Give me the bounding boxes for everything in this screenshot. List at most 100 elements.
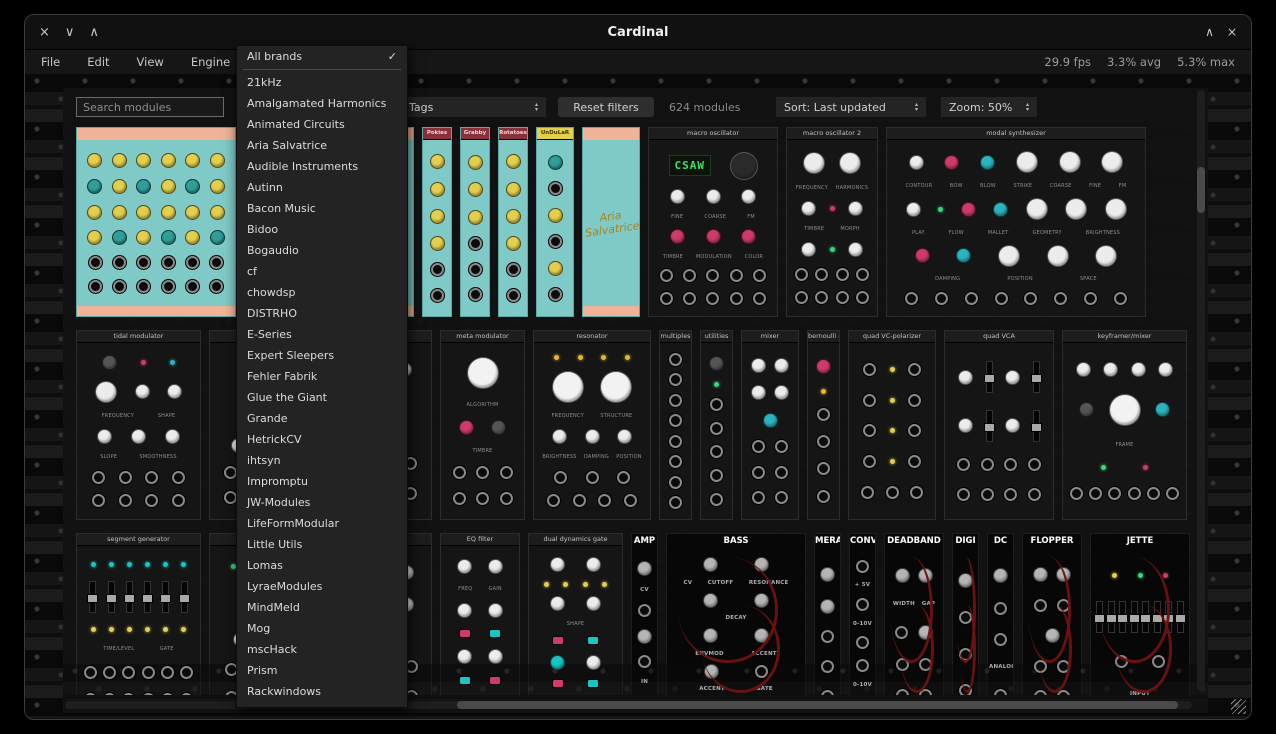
module-card-keyframer-mixer[interactable]: keyframer/mixerFRAME xyxy=(1062,330,1187,520)
module-card-macro-oscillator-2[interactable]: macro oscillator 2FREQUENCYHARMONICSTIMB… xyxy=(786,127,878,317)
menu-view[interactable]: View xyxy=(137,55,164,69)
module-card-segment-generator[interactable]: segment generatorTIME/LEVELGATE xyxy=(76,533,201,695)
horizontal-scrollbar[interactable] xyxy=(65,701,1192,709)
knob-icon xyxy=(1005,418,1020,433)
module-card-grabby[interactable]: Grabby xyxy=(460,127,490,317)
brand-menu-item[interactable]: Bidoo xyxy=(237,219,407,240)
knob-icon xyxy=(112,153,127,168)
module-card-flopper[interactable]: FLOPPER xyxy=(1022,533,1082,695)
resize-handle[interactable] xyxy=(1231,699,1246,714)
module-card-tidal-modulator[interactable]: tidal modulatorFREQUENCYSHAPESLOPESMOOTH… xyxy=(76,330,201,520)
module-card-meta-modulator[interactable]: meta modulatorALGORITHMTIMBRE xyxy=(440,330,525,520)
brand-menu-item[interactable]: Animated Circuits xyxy=(237,114,407,135)
menu-edit[interactable]: Edit xyxy=(87,55,109,69)
brand-menu-item[interactable]: Expert Sleepers xyxy=(237,345,407,366)
module-labels: TIMBREMODULATIONCOLOR xyxy=(650,254,776,260)
knob-icon xyxy=(506,236,521,251)
vertical-scrollbar-thumb[interactable] xyxy=(1197,167,1205,213)
menu-file[interactable]: File xyxy=(41,55,60,69)
brand-menu-item[interactable]: Audible Instruments xyxy=(237,156,407,177)
module-card-resonator[interactable]: resonatorFREQUENCYSTRUCTUREBRIGHTNESSDAM… xyxy=(533,330,651,520)
brand-menu-item[interactable]: Little Utils xyxy=(237,534,407,555)
jack-icon xyxy=(145,471,158,484)
brand-menu-item[interactable]: LyraeModules xyxy=(237,576,407,597)
maximize-icon[interactable]: ∧ xyxy=(89,25,99,40)
module-card-amp[interactable]: AMPCVIN xyxy=(631,533,658,695)
jack-icon xyxy=(89,280,102,293)
close-icon[interactable]: × xyxy=(39,25,50,40)
module-card-jette[interactable]: JETTEINPUT xyxy=(1090,533,1190,695)
module-card-mixer[interactable]: mixer xyxy=(741,330,799,520)
brand-menu-item[interactable]: Aria Salvatrice xyxy=(237,135,407,156)
module-card-quad-vca[interactable]: quad VCA xyxy=(944,330,1054,520)
module-labels: CV xyxy=(633,587,656,593)
module-card[interactable] xyxy=(76,127,236,317)
module-card-digi[interactable]: DIGI xyxy=(952,533,979,695)
module-card-bernoulli-gate[interactable]: bernoulli gate xyxy=(807,330,840,520)
brand-menu-item[interactable]: Impromptu xyxy=(237,471,407,492)
brand-menu-item[interactable]: Lomas xyxy=(237,555,407,576)
brand-menu-item[interactable]: Rackwindows xyxy=(237,681,407,702)
brand-menu-item[interactable]: 21kHz xyxy=(237,72,407,93)
module-card-deadband[interactable]: DEADBANDWIDTHGAP xyxy=(884,533,944,695)
module-card-eq-filter[interactable]: EQ filterFREQGAIN xyxy=(440,533,520,695)
module-panel: WIDTHGAP xyxy=(885,548,943,695)
module-labels: SHAPE xyxy=(530,621,621,627)
menu-engine[interactable]: Engine xyxy=(191,55,230,69)
brand-menu-item[interactable]: ihtsyn xyxy=(237,450,407,471)
brand-menu-item[interactable]: chowdsp xyxy=(237,282,407,303)
module-card-bass[interactable]: BASSCVCUTOFFRESONANCEDECAYENVMODACCENTAC… xyxy=(666,533,806,695)
module-card-rotatoes[interactable]: Rotatoes xyxy=(498,127,528,317)
jack-icon xyxy=(795,291,808,304)
module-card-dc[interactable]: DCANALOG xyxy=(987,533,1014,695)
brand-menu-item[interactable]: Bacon Music xyxy=(237,198,407,219)
zoom-select[interactable]: Zoom: 50% ▴▾ xyxy=(941,97,1037,117)
module-panel xyxy=(660,343,691,519)
knob-icon xyxy=(548,261,563,276)
led-icon xyxy=(890,459,895,464)
sort-select[interactable]: Sort: Last updated ▴▾ xyxy=(776,97,926,117)
module-card-multiples[interactable]: multiples xyxy=(659,330,692,520)
collapse-icon[interactable]: ∧ xyxy=(1205,25,1214,39)
brand-menu-item[interactable]: Mog xyxy=(237,618,407,639)
module-card-utilities[interactable]: utilities xyxy=(700,330,733,520)
knob-icon xyxy=(1158,362,1173,377)
brand-menu-item[interactable]: Grande xyxy=(237,408,407,429)
brand-menu-item[interactable]: Prism xyxy=(237,660,407,681)
brand-menu-item[interactable]: LifeFormModular xyxy=(237,513,407,534)
brand-menu-item[interactable]: HetrickCV xyxy=(237,429,407,450)
brand-menu-item[interactable]: Bogaudio xyxy=(237,240,407,261)
brand-menu-item[interactable]: MindMeld xyxy=(237,597,407,618)
module-card-modal-synthesizer[interactable]: modal synthesizerCONTOURBOWBLOWSTRIKECOA… xyxy=(886,127,1146,317)
knob-icon xyxy=(185,230,200,245)
knob-icon xyxy=(87,179,102,194)
minimize-icon[interactable]: ∨ xyxy=(65,25,75,40)
brand-menu-item[interactable]: DISTRHO xyxy=(237,303,407,324)
button-icon xyxy=(489,629,501,638)
knob-icon xyxy=(704,664,719,679)
search-input[interactable] xyxy=(76,97,224,117)
reset-filters-button[interactable]: Reset filters xyxy=(558,97,654,117)
brand-menu-item[interactable]: Autinn xyxy=(237,177,407,198)
brand-menu-item-all[interactable]: All brands ✓ xyxy=(237,46,407,67)
brand-menu-item[interactable]: cf xyxy=(237,261,407,282)
module-card-undular[interactable]: UnDuLaR xyxy=(536,127,574,317)
tags-filter-select[interactable]: Tags ▴▾ xyxy=(401,97,546,117)
vertical-scrollbar[interactable] xyxy=(1197,90,1205,691)
module-card-dual-dynamics-gate[interactable]: dual dynamics gateSHAPE xyxy=(528,533,623,695)
brand-menu-item[interactable]: E-Series xyxy=(237,324,407,345)
module-labels: TIMBRE xyxy=(442,448,523,454)
close-box-icon[interactable]: × xyxy=(1227,25,1237,39)
module-card-macro-oscillator[interactable]: macro oscillatorCSAWFINECOARSEFMTIMBREMO… xyxy=(648,127,778,317)
brand-menu-item[interactable]: Fehler Fabrik xyxy=(237,366,407,387)
module-card-conv[interactable]: CONV+ 5V0-10V0-10V xyxy=(849,533,876,695)
module-card-quad-vc-polarizer[interactable]: quad VC-polarizer xyxy=(848,330,936,520)
module-card-pokies[interactable]: Pokies xyxy=(422,127,452,317)
module-card[interactable]: Aria Salvatrice xyxy=(582,127,640,317)
horizontal-scrollbar-thumb[interactable] xyxy=(457,701,1178,709)
brand-menu-item[interactable]: mscHack xyxy=(237,639,407,660)
brand-menu-item[interactable]: Glue the Giant xyxy=(237,387,407,408)
brand-menu-item[interactable]: JW-Modules xyxy=(237,492,407,513)
module-card-mera[interactable]: MERA xyxy=(814,533,841,695)
brand-menu-item[interactable]: Amalgamated Harmonics xyxy=(237,93,407,114)
